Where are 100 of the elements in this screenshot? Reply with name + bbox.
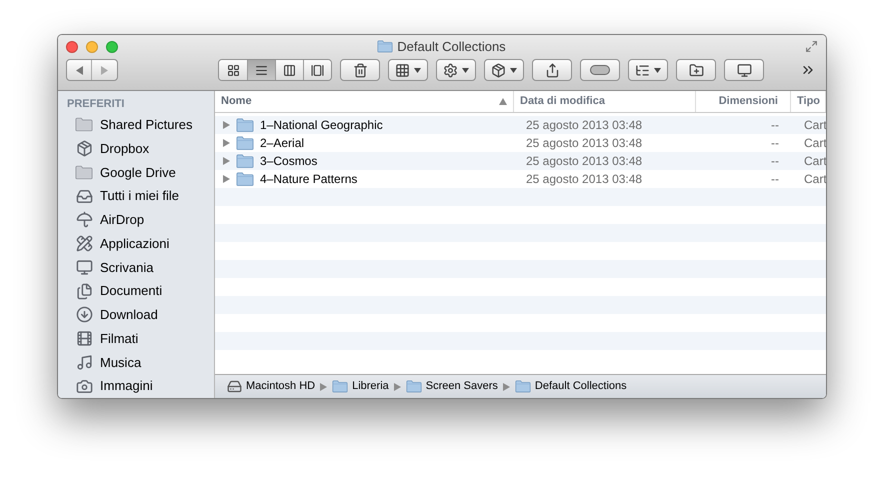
size-cell-text: -- [770,171,780,188]
caret-icon [654,68,661,72]
toolbar-button[interactable] [436,59,476,81]
zoom-button[interactable] [106,41,118,53]
triangle-icon [223,157,230,165]
download-icon [76,306,92,324]
size-cell-text: -- [770,135,780,152]
toolbar-button[interactable] [532,59,572,81]
share-icon [544,62,560,78]
path-item[interactable]: Screen Savers [406,378,498,395]
sort-arrow-icon [499,98,507,105]
gallery-icon [311,64,324,76]
view-button[interactable] [303,60,331,80]
file-name: 3–Cosmos [260,153,318,170]
sidebar-item[interactable]: AirDrop [67,208,214,232]
settings-icon [443,62,458,78]
grid-icon [226,64,240,76]
date-cell-text: 25 agosto 2013 03:48 [525,171,644,188]
folder-icon [514,380,531,393]
triangle-icon [223,139,230,147]
toolbar-button[interactable] [724,59,764,81]
inbox-icon [76,188,92,205]
folder-icon [332,380,348,393]
sidebar-item[interactable]: Applicazioni [67,232,214,256]
list-tree-icon [635,62,650,78]
column-header[interactable]: Tipo [797,93,820,110]
triangle-icon [223,175,230,183]
sidebar-item[interactable]: Shared Pictures [67,113,214,137]
file-name: 2–Aerial [260,135,304,152]
sidebar-item[interactable]: Filmati [67,326,214,350]
caret-icon [462,68,469,72]
sidebar-heading: PREFERITI [67,97,126,112]
disclosure-triangle[interactable] [223,121,230,129]
package-icon [491,62,506,78]
hard-drive-icon [227,379,242,394]
music-icon [76,354,92,371]
column-header[interactable]: Dimensioni [718,93,778,110]
view-button[interactable] [275,60,303,80]
folder-icon [236,118,254,132]
sidebar-item[interactable]: Documenti [67,279,214,303]
grid-icon [395,62,410,78]
toolbar-button[interactable] [388,59,428,81]
path-item[interactable]: Macintosh HD [227,378,316,395]
back-icon [76,66,82,74]
separator-icon [320,382,328,390]
columns-icon [283,64,296,76]
list-icon [255,64,268,76]
folder-icon [236,172,254,186]
folder-icon [236,136,254,150]
triangle-icon [223,121,230,129]
date-cell-text: 25 agosto 2013 03:48 [525,135,644,152]
disclosure-triangle[interactable] [223,157,230,165]
disclosure-triangle[interactable] [223,139,230,147]
path-item[interactable]: Default Collections [514,378,627,395]
toolbar-button[interactable] [580,59,620,81]
size-cell-text: -- [770,153,780,170]
monitor-icon [736,62,752,78]
caret-icon [510,68,517,72]
column-header[interactable]: Data di modifica [520,93,605,110]
view-button[interactable] [247,60,275,80]
date-cell-text: 25 agosto 2013 03:48 [525,153,644,170]
caret-icon [414,68,421,72]
toolbar-button[interactable] [676,59,716,81]
film-icon [76,330,92,348]
size-cell-text: -- [770,117,780,134]
sidebar-item[interactable]: Tutti i miei file [67,184,214,208]
umbrella-icon [76,211,92,228]
path-item[interactable]: Libreria [332,378,389,395]
file-name: 1–National Geographic [260,117,383,134]
sidebar-item[interactable]: Musica [67,350,214,374]
disclosure-triangle[interactable] [223,175,230,183]
folder-icon [377,40,394,53]
close-button[interactable] [66,41,78,53]
sidebar-item[interactable]: Dropbox [67,136,214,160]
column-header[interactable]: Nome [221,93,252,110]
toolbar-button[interactable] [628,59,668,81]
folder-icon [75,164,93,180]
sidebar-item[interactable]: Immagini [67,374,214,398]
package-icon [76,140,92,158]
date-cell-text: 25 agosto 2013 03:48 [525,117,644,134]
folder-icon [406,380,422,393]
fullscreen-icon[interactable] [805,40,818,53]
folder-icon [236,154,254,168]
sidebar-item[interactable]: Scrivania [67,256,214,280]
toolbar-button[interactable] [340,59,380,81]
file-name: 4–Nature Patterns [260,171,358,188]
view-button[interactable] [219,60,247,80]
toolbar-button[interactable] [484,59,524,81]
files-icon [76,282,92,300]
window-title: Default Collections [397,38,506,56]
forward-icon [101,66,108,74]
pill-icon [590,65,610,75]
trash-icon [352,62,368,78]
folder-icon [75,117,93,132]
sidebar-item[interactable]: Google Drive [67,160,214,184]
separator-icon [394,382,401,390]
camera-icon [76,378,92,395]
folder-plus-icon [688,62,704,78]
sidebar-item[interactable]: Download [67,303,214,327]
separator-icon [502,382,510,390]
